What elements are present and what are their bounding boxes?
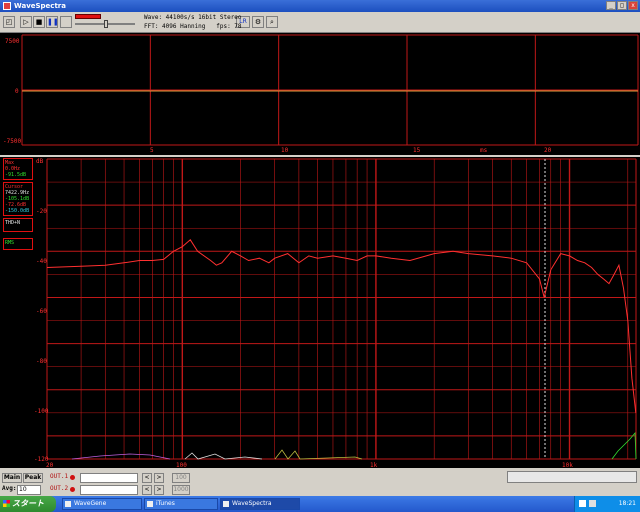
open-file-icon[interactable]: ◰ xyxy=(3,16,15,28)
play-icon[interactable]: ▷ xyxy=(20,16,32,28)
time-x-tick: 5 xyxy=(150,147,154,154)
fft-info: FFT: 4096 Hanning fps: 78 xyxy=(144,23,242,30)
bottom-controls: Main Peak Avg: 10 OUT.1 OUT.2 < > < > 10… xyxy=(0,468,640,496)
taskbar-item-itunes[interactable]: iTunes xyxy=(144,498,218,510)
start-label: スタート xyxy=(12,499,44,508)
spectrum-app-icon xyxy=(223,501,229,507)
windows-flag-icon xyxy=(3,500,10,507)
freq-y-tick: -100 xyxy=(34,408,49,415)
start-button[interactable]: スタート xyxy=(0,496,56,512)
wave-app-icon xyxy=(65,501,71,507)
wave-info: Wave: 44100s/s 16bit Stereo xyxy=(144,14,242,21)
time-x-tick: 10 xyxy=(281,147,289,154)
zoom-icon[interactable]: ⌕ xyxy=(266,16,278,28)
display-controls[interactable] xyxy=(507,471,637,483)
step-button-1[interactable]: < xyxy=(142,473,152,483)
volume-slider-thumb[interactable] xyxy=(104,20,108,28)
freq-y-tick: -20 xyxy=(36,208,47,215)
btn-100[interactable]: 100 xyxy=(172,473,190,483)
taskbar-item-wavegene[interactable]: WaveGene xyxy=(62,498,142,510)
step-button-3[interactable]: < xyxy=(142,485,152,495)
cursor-diff-level: -150.0dB xyxy=(5,208,30,214)
out1-field[interactable] xyxy=(80,473,138,483)
taskbar-item-wavespectra[interactable]: WaveSpectra xyxy=(220,498,300,510)
record-icon[interactable] xyxy=(60,16,72,28)
title-bar: WaveSpectra _ □ x xyxy=(0,0,640,12)
time-y-tick: 7500 xyxy=(5,38,20,45)
step-button-4[interactable]: > xyxy=(154,485,164,495)
task-label: iTunes xyxy=(156,500,175,507)
freq-y-tick: -40 xyxy=(36,258,47,265)
thd-label: THD+N xyxy=(5,220,21,226)
app-icon xyxy=(3,2,11,10)
task-label: WaveGene xyxy=(74,500,107,507)
time-domain-plot[interactable]: 7500 0 -7500 5 10 15 ms 20 xyxy=(0,33,640,155)
close-button[interactable]: x xyxy=(628,1,638,10)
minimize-button[interactable]: _ xyxy=(606,1,616,10)
time-x-tick: 20 xyxy=(544,147,552,154)
volume-icon[interactable] xyxy=(579,500,586,507)
peak-button[interactable]: Peak xyxy=(23,473,43,483)
maximize-button[interactable]: □ xyxy=(617,1,627,10)
time-x-tick: 15 xyxy=(413,147,421,154)
out2-record-icon[interactable] xyxy=(70,487,75,492)
out2-field[interactable] xyxy=(80,485,138,495)
main-button[interactable]: Main xyxy=(2,473,22,483)
window-title: WaveSpectra xyxy=(14,2,66,10)
taskbar: スタート WaveGene iTunes WaveSpectra 18:21 xyxy=(0,496,640,512)
time-y-tick: -7500 xyxy=(3,138,21,145)
network-icon[interactable] xyxy=(589,500,596,507)
settings-icon[interactable]: ⚙ xyxy=(252,16,264,28)
itunes-icon xyxy=(147,501,153,507)
max-box: Max 0.0Hz -91.5dB xyxy=(3,158,33,180)
input-level-meter xyxy=(75,14,101,19)
freq-y-unit: dB xyxy=(36,158,44,165)
avg-select[interactable]: 10 xyxy=(17,485,41,495)
task-label: WaveSpectra xyxy=(232,500,272,507)
time-x-unit: ms xyxy=(480,147,488,154)
btn-1000[interactable]: 1000 xyxy=(172,485,190,495)
out1-record-icon[interactable] xyxy=(70,475,75,480)
measurement-panel: Max 0.0Hz -91.5dB Cursor 7422.9Hz -105.1… xyxy=(3,158,33,256)
stop-icon[interactable]: ■ xyxy=(33,16,45,28)
freq-y-tick: -80 xyxy=(36,358,47,365)
step-button-2[interactable]: > xyxy=(154,473,164,483)
out2-label: OUT.2 xyxy=(50,485,69,492)
freq-y-tick: -60 xyxy=(36,308,47,315)
rms-box: RMS xyxy=(3,238,33,250)
avg-label: Avg: xyxy=(2,485,17,492)
window-controls: _ □ x xyxy=(606,1,638,10)
time-domain-svg: 7500 0 -7500 5 10 15 ms 20 xyxy=(0,33,640,155)
out1-label: OUT.1 xyxy=(50,473,69,480)
pause-icon[interactable]: ❚❚ xyxy=(46,16,59,28)
spectrum-plot[interactable]: dB -20 -40 -60 -80 -100 -120 20 100 1k 1… xyxy=(0,157,640,469)
max-level: -91.5dB xyxy=(5,172,27,178)
cursor-box: Cursor 7422.9Hz -105.1dB -72.6dB -150.0d… xyxy=(3,182,33,216)
thd-box: THD+N xyxy=(3,218,33,232)
spectrum-svg: dB -20 -40 -60 -80 -100 -120 20 100 1k 1… xyxy=(0,157,640,469)
system-tray: 18:21 xyxy=(574,496,640,512)
rms-label: RMS xyxy=(5,240,15,246)
time-y-tick: 0 xyxy=(15,88,19,95)
clock: 18:21 xyxy=(618,500,636,507)
